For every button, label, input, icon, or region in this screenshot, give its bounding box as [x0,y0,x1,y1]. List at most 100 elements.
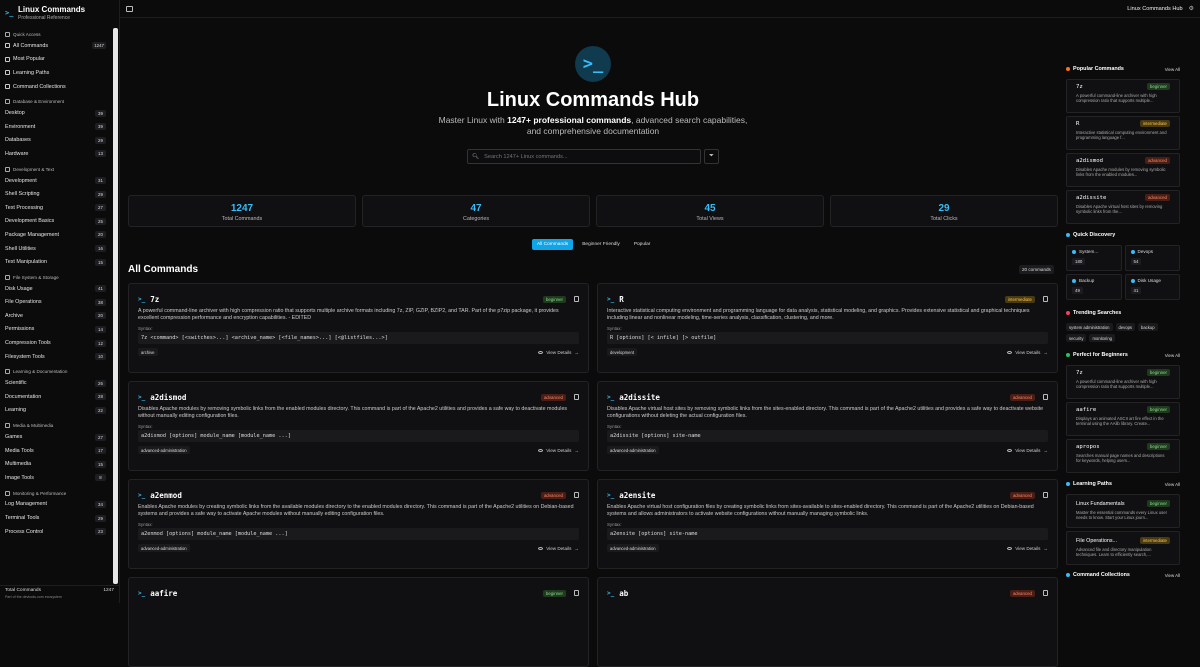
command-card[interactable]: >_ a2dismod advanced Disables Apache module… [128,381,589,471]
tab-all-commands[interactable]: All Commands [532,239,574,250]
sidebar-item[interactable]: Documentation 28 [0,390,119,404]
quick-discovery-card[interactable]: Backup 49 [1066,274,1122,300]
sidebar-item[interactable]: Command Collections [0,80,119,94]
view-details-link[interactable]: View Details → [538,350,579,355]
sidebar-item[interactable]: Scientific 26 [0,376,119,390]
command-card[interactable]: >_ 7z beginner A powerful command-line arch… [128,283,589,373]
sidebar-item[interactable]: Development 31 [0,174,119,188]
sidebar-item[interactable]: Databases 29 [0,134,119,148]
view-all-link[interactable]: View All [1165,482,1180,487]
trending-tag[interactable]: security [1066,334,1087,342]
brand[interactable]: >_ Linux Commands Professional Reference [0,0,119,26]
category-tag[interactable]: development [607,348,637,356]
command-name[interactable]: a2ensite [619,491,655,500]
sidebar-item[interactable]: Most Popular [0,53,119,67]
sidebar-item[interactable]: Shell Utilities 16 [0,242,119,256]
quick-discovery-card[interactable]: Devops 54 [1124,245,1180,271]
copy-icon[interactable] [574,492,579,498]
learning-path-card[interactable]: File Operations... intermediate Advanced f… [1066,531,1180,565]
copy-icon[interactable] [1043,296,1048,302]
sidebar-item[interactable]: Disk Usage 41 [0,282,119,296]
category-tag[interactable]: advanced-administration [138,446,190,454]
trending-tag[interactable]: backup [1138,323,1158,331]
sidebar-item[interactable]: Image Tools 8 [0,471,119,485]
quick-discovery-card[interactable]: System... 180 [1066,245,1122,271]
quick-discovery-card[interactable]: Disk Usage 41 [1124,274,1180,300]
command-card[interactable]: >_ aafire beginner [128,577,589,667]
command-name[interactable]: aafire [150,589,177,598]
copy-icon[interactable] [574,590,579,596]
view-details-link[interactable]: View Details → [1007,448,1048,453]
popular-command-card[interactable]: a2dismod advanced Disables Apache modules … [1066,153,1180,187]
sidebar-item[interactable]: Games 27 [0,430,119,444]
command-name[interactable]: 7z [150,295,159,304]
copy-icon[interactable] [574,296,579,302]
sidebar-item[interactable]: Permissions 14 [0,323,119,337]
command-name[interactable]: ab [619,589,628,598]
sidebar-item[interactable]: Learning Paths [0,66,119,80]
command-name[interactable]: a2enmod [150,491,182,500]
view-all-link[interactable]: View All [1165,353,1180,358]
learning-path-card[interactable]: Linux Fundamentals beginner Master the ess… [1066,494,1180,528]
sidebar-item[interactable]: File Operations 38 [0,296,119,310]
copy-icon[interactable] [1043,590,1048,596]
sidebar-item[interactable]: Media Tools 17 [0,444,119,458]
command-card[interactable]: >_ a2ensite advanced Enables Apache virtual… [597,479,1058,569]
view-details-link[interactable]: View Details → [538,546,579,551]
category-tag[interactable]: advanced-administration [607,544,659,552]
command-name[interactable]: R [619,295,624,304]
command-name[interactable]: a2dismod [150,393,186,402]
copy-icon[interactable] [1043,394,1048,400]
sidebar-item[interactable]: Development Basics 25 [0,215,119,229]
sidebar-item[interactable]: Shell Scripting 29 [0,187,119,201]
command-card[interactable]: >_ a2dissite advanced Disables Apache virtu… [597,381,1058,471]
trending-tag[interactable]: devops [1115,323,1136,331]
sidebar-item[interactable]: Package Management 20 [0,228,119,242]
sidebar-item[interactable]: Log Management 34 [0,498,119,512]
command-card[interactable]: >_ ab advanced [597,577,1058,667]
command-card[interactable]: >_ a2enmod advanced Enables Apache modules … [128,479,589,569]
view-details-link[interactable]: View Details → [538,448,579,453]
tab-beginner-friendly[interactable]: Beginner Friendly [577,239,625,250]
beginner-command-card[interactable]: 7z beginner A powerful command-line archiv… [1066,365,1180,399]
sidebar-item[interactable]: Terminal Tools 29 [0,511,119,525]
trending-tag[interactable]: monitoring [1089,334,1115,342]
tab-popular[interactable]: Popular [629,239,656,250]
trending-tag[interactable]: system administration [1066,323,1113,331]
sidebar-toggle-icon[interactable] [126,5,133,12]
popular-command-card[interactable]: 7z beginner A powerful command-line archiv… [1066,79,1180,113]
copy-icon[interactable] [1043,492,1048,498]
popular-command-card[interactable]: a2dissite advanced Disables Apache virtual… [1066,190,1180,224]
search-box[interactable]: 🔍︎ [467,149,701,164]
command-card[interactable]: >_ Rintermediate Interactive statistical c… [597,283,1058,373]
view-details-link[interactable]: View Details → [1007,350,1048,355]
sidebar-item[interactable]: Filesystem Tools 10 [0,350,119,364]
sidebar-item[interactable]: Text Manipulation 15 [0,255,119,269]
sidebar-item[interactable]: Desktop 39 [0,106,119,120]
view-all-link[interactable]: View All [1165,573,1180,578]
command-name[interactable]: a2dissite [619,393,660,402]
view-all-link[interactable]: View All [1165,67,1180,72]
popular-command-card[interactable]: Rintermediate Interactive statistical com… [1066,116,1180,150]
beginner-command-card[interactable]: aafire beginner Displays an animated ASCII… [1066,402,1180,436]
topbar-title[interactable]: Linux Commands Hub [1127,6,1182,12]
search-input[interactable] [484,153,685,160]
category-tag[interactable]: archive [138,348,158,356]
filter-button[interactable]: ⏷ [704,149,719,164]
beginner-command-card[interactable]: apropos beginner Searches manual page name… [1066,439,1180,473]
sidebar-item[interactable]: Archive 20 [0,309,119,323]
sidebar-item[interactable]: Hardware 13 [0,147,119,161]
sidebar-item[interactable]: Learning 22 [0,404,119,418]
sidebar-item[interactable]: Environment 39 [0,120,119,134]
sidebar-item[interactable]: All Commands 1247 [0,39,119,53]
settings-icon[interactable]: ⚙ [1189,5,1194,12]
copy-icon[interactable] [574,394,579,400]
sidebar-scrollbar[interactable] [113,28,118,584]
sidebar-item[interactable]: Text Processing 27 [0,201,119,215]
sidebar-item[interactable]: Process Control 23 [0,525,119,539]
sidebar-item[interactable]: Multimedia 15 [0,457,119,471]
category-tag[interactable]: advanced-administration [607,446,659,454]
category-tag[interactable]: advanced-administration [138,544,190,552]
view-details-link[interactable]: View Details → [1007,546,1048,551]
sidebar-item[interactable]: Compression Tools 12 [0,336,119,350]
